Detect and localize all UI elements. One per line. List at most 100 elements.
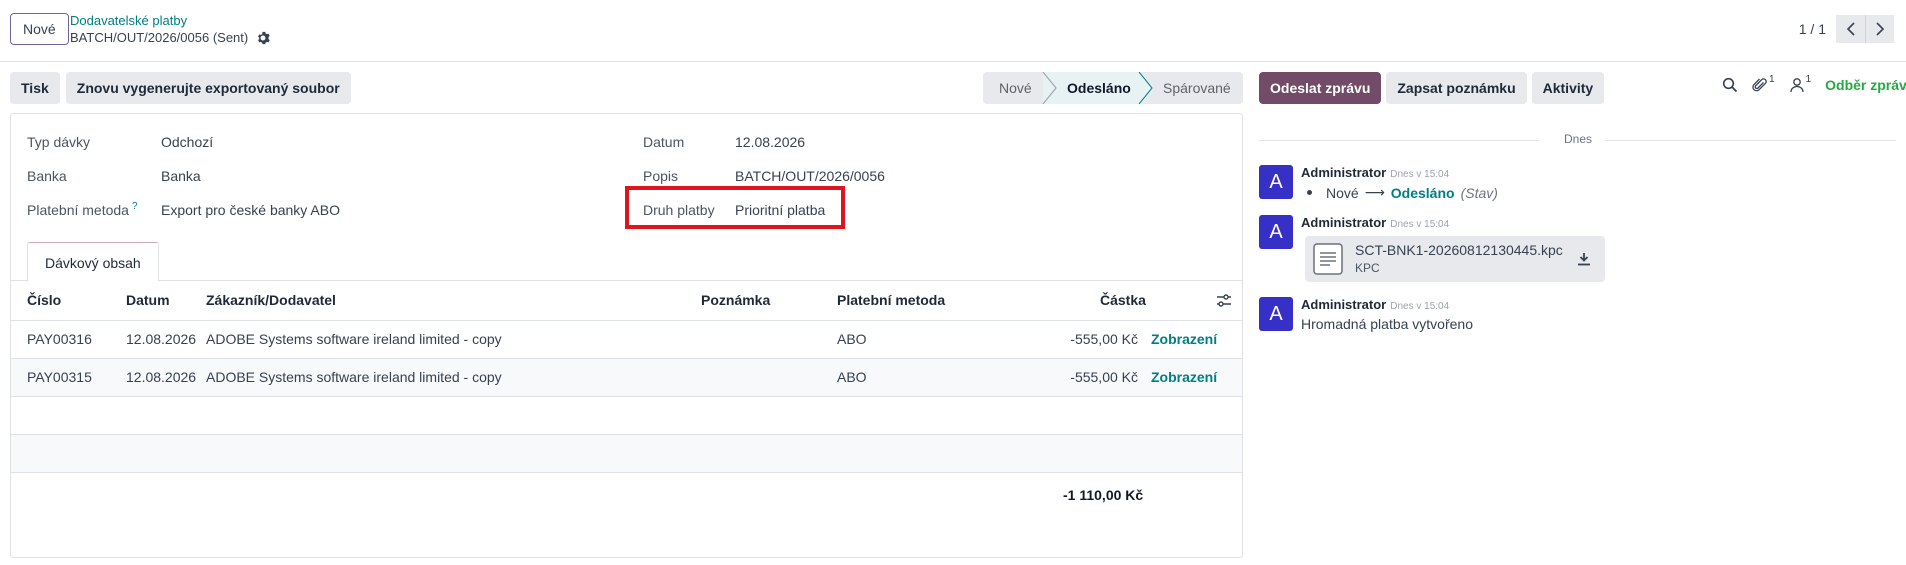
empty-row xyxy=(11,435,1242,473)
batch-type-value[interactable]: Odchozí xyxy=(161,133,213,151)
search-icon xyxy=(1722,77,1738,93)
attachments-count: 1 xyxy=(1769,73,1775,85)
row-partner: ADOBE Systems software ireland limited -… xyxy=(206,331,502,347)
new-button[interactable]: Nové xyxy=(10,13,69,45)
row-view-button[interactable]: Zobrazení xyxy=(1151,331,1217,347)
row-method: ABO xyxy=(837,331,867,347)
followers-button[interactable]: 1 xyxy=(1789,73,1812,93)
date-value[interactable]: 12.08.2026 xyxy=(735,133,805,151)
arrow-right-icon: ⟶ xyxy=(1364,184,1385,200)
control-panel: Nové Dodavatelské platby BATCH/OUT/2026/… xyxy=(0,0,1906,62)
user-icon xyxy=(1789,78,1804,93)
row-date: 12.08.2026 xyxy=(126,369,197,385)
avatar[interactable]: A xyxy=(1259,165,1293,199)
pager-value[interactable]: 1 / 1 xyxy=(1799,21,1826,37)
attachment-extension: KPC xyxy=(1355,261,1380,275)
download-icon[interactable] xyxy=(1577,252,1591,266)
separator-line-right xyxy=(1605,140,1896,141)
description-value[interactable]: BATCH/OUT/2026/0056 xyxy=(735,167,885,185)
followers-count: 1 xyxy=(1805,73,1812,85)
log-note-button[interactable]: Zapsat poznámku xyxy=(1386,72,1527,104)
row-number: PAY00315 xyxy=(27,369,92,385)
breadcrumb: Dodavatelské platby BATCH/OUT/2026/0056 … xyxy=(70,13,270,47)
payments-table: Číslo Datum Zákazník/Dodavatel Poznámka … xyxy=(11,281,1242,473)
status-step-new[interactable]: Nové xyxy=(983,72,1043,104)
highlight-box xyxy=(625,186,845,229)
breadcrumb-current: BATCH/OUT/2026/0056 (Sent) xyxy=(70,29,270,47)
form-sheet: Typ dávky Odchozí Banka Banka Platební m… xyxy=(10,113,1243,558)
empty-row xyxy=(11,397,1242,435)
status-step-reconciled[interactable]: Spárované xyxy=(1139,72,1243,104)
amount-total: -1 110,00 Kč xyxy=(1063,487,1144,503)
breadcrumb-parent-link[interactable]: Dodavatelské platby xyxy=(70,13,270,29)
search-messages-button[interactable] xyxy=(1722,77,1738,93)
attachments-button[interactable]: 1 xyxy=(1752,73,1775,93)
pager: 1 / 1 xyxy=(1799,15,1894,43)
message-time: Dnes v 15:04 xyxy=(1390,169,1450,180)
chevron-left-icon xyxy=(1846,22,1855,36)
activities-button[interactable]: Aktivity xyxy=(1531,72,1605,104)
row-partner: ADOBE Systems software ireland limited -… xyxy=(206,369,502,385)
tab-batch-content[interactable]: Dávkový obsah xyxy=(27,242,159,282)
message-body: Hromadná platba vytvořeno xyxy=(1301,316,1473,332)
send-message-button[interactable]: Odeslat zprávu xyxy=(1259,72,1382,104)
form-action-buttons: Tisk Znovu vygenerujte exportovaný soubo… xyxy=(10,72,351,104)
row-method: ABO xyxy=(837,369,867,385)
chatter-icons: 1 1 Odběr zpráv xyxy=(1722,73,1906,93)
payment-method-value[interactable]: Export pro české banky ABO xyxy=(161,201,340,219)
table-header: Číslo Datum Zákazník/Dodavatel Poznámka … xyxy=(11,281,1242,321)
message-author: Administrator Dnes v 15:04 xyxy=(1301,297,1450,312)
paperclip-icon xyxy=(1752,78,1767,92)
bank-value[interactable]: Banka xyxy=(161,167,201,185)
gear-icon[interactable] xyxy=(256,31,270,45)
date-label: Datum xyxy=(643,134,685,150)
message-author: Administrator Dnes v 15:04 xyxy=(1301,165,1450,180)
row-date: 12.08.2026 xyxy=(126,331,197,347)
batch-type-label: Typ dávky xyxy=(27,134,91,150)
column-number[interactable]: Číslo xyxy=(27,292,61,308)
notebook-tabs: Dávkový obsah xyxy=(11,242,1242,282)
column-partner[interactable]: Zákazník/Dodavatel xyxy=(206,292,336,308)
record-title: BATCH/OUT/2026/0056 (Sent) xyxy=(70,30,249,45)
tracking-old-value: Nové xyxy=(1326,184,1359,201)
regenerate-export-button[interactable]: Znovu vygenerujte exportovaný soubor xyxy=(65,72,351,104)
pager-next-button[interactable] xyxy=(1865,15,1894,43)
date-separator: Dnes xyxy=(1259,132,1896,146)
column-date[interactable]: Datum xyxy=(126,292,170,308)
help-icon[interactable]: ? xyxy=(132,201,138,212)
description-label: Popis xyxy=(643,168,679,184)
pager-previous-button[interactable] xyxy=(1836,15,1865,43)
column-memo[interactable]: Poznámka xyxy=(701,292,770,308)
row-amount: -555,00 Kč xyxy=(1070,331,1138,347)
optional-columns-toggle[interactable] xyxy=(1216,293,1232,312)
sliders-icon xyxy=(1217,294,1231,307)
message-author: Administrator Dnes v 15:04 xyxy=(1301,215,1450,230)
status-step-sent[interactable]: Odesláno xyxy=(1043,72,1139,104)
status-bar: Nové Odesláno Spárované xyxy=(983,72,1243,104)
bank-label: Banka xyxy=(27,168,67,184)
message-time: Dnes v 15:04 xyxy=(1390,219,1450,230)
attachment-name: SCT-BNK1-20260812130445.kpc xyxy=(1355,242,1563,258)
separator-line-left xyxy=(1259,140,1539,141)
follow-button[interactable]: Odběr zpráv xyxy=(1825,77,1906,93)
print-button[interactable]: Tisk xyxy=(10,72,60,104)
bullet-icon xyxy=(1307,190,1312,195)
row-view-button[interactable]: Zobrazení xyxy=(1151,369,1217,385)
avatar[interactable]: A xyxy=(1259,297,1293,331)
tracking-field-name: (Stav) xyxy=(1460,184,1498,201)
table-row[interactable]: PAY00315 12.08.2026 ADOBE Systems softwa… xyxy=(11,359,1242,397)
attachment-card[interactable]: SCT-BNK1-20260812130445.kpc KPC xyxy=(1305,236,1605,282)
table-row[interactable]: PAY00316 12.08.2026 ADOBE Systems softwa… xyxy=(11,321,1242,359)
row-number: PAY00316 xyxy=(27,331,92,347)
chevron-right-icon xyxy=(1876,22,1885,36)
payment-method-label: Platební metoda? xyxy=(27,201,138,218)
row-amount: -555,00 Kč xyxy=(1070,369,1138,385)
column-method[interactable]: Platební metoda xyxy=(837,292,945,308)
chatter-topbar: Odeslat zprávu Zapsat poznámku Aktivity xyxy=(1259,72,1605,104)
column-amount[interactable]: Částka xyxy=(1100,292,1146,308)
message-time: Dnes v 15:04 xyxy=(1390,301,1450,312)
file-icon xyxy=(1313,243,1343,275)
date-separator-label: Dnes xyxy=(1564,132,1593,146)
avatar[interactable]: A xyxy=(1259,215,1293,249)
tracking-value: Nové ⟶ Odesláno (Stav) xyxy=(1301,184,1498,201)
